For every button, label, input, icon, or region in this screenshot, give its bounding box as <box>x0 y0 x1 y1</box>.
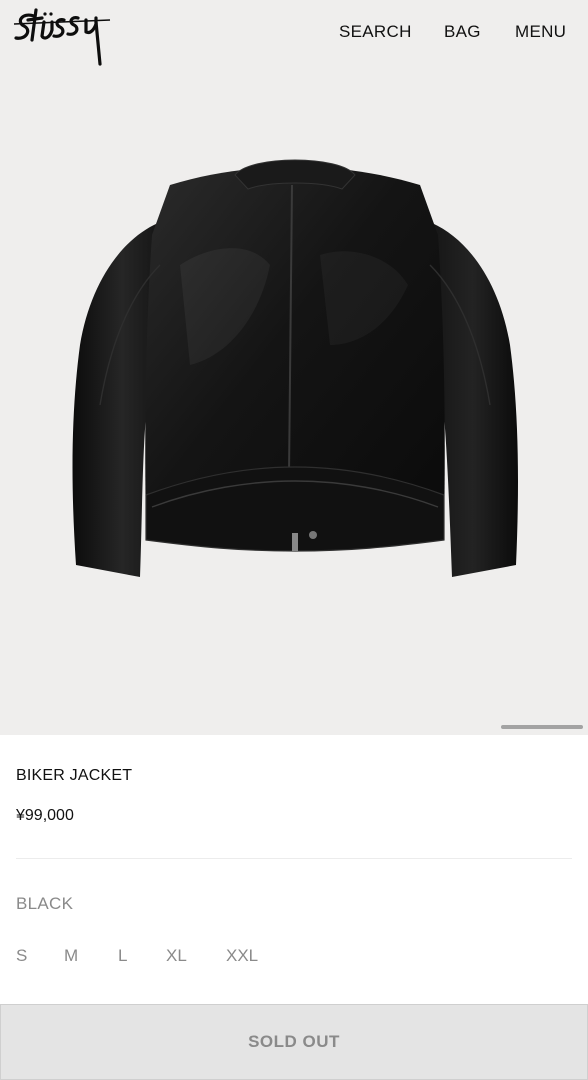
size-option-xl[interactable]: XL <box>166 946 187 966</box>
color-option[interactable]: BLACK <box>16 894 73 914</box>
product-image-carousel[interactable]: SEARCH BAG MENU <box>0 0 588 735</box>
carousel-scroll-indicator[interactable] <box>501 725 583 729</box>
sold-out-button[interactable]: SOLD OUT <box>0 1004 588 1080</box>
product-price: ¥99,000 <box>16 807 74 824</box>
size-option-m[interactable]: M <box>64 946 78 966</box>
product-name: BIKER JACKET <box>16 767 133 784</box>
menu-link[interactable]: MENU <box>515 22 566 42</box>
size-option-xxl[interactable]: XXL <box>226 946 258 966</box>
divider <box>16 858 572 859</box>
size-option-l[interactable]: L <box>118 946 127 966</box>
site-header: SEARCH BAG MENU <box>0 0 588 70</box>
search-link[interactable]: SEARCH <box>339 22 412 42</box>
stussy-logo[interactable] <box>12 0 112 68</box>
size-option-s[interactable]: S <box>16 946 27 966</box>
bag-link[interactable]: BAG <box>444 22 481 42</box>
product-image <box>72 159 518 577</box>
